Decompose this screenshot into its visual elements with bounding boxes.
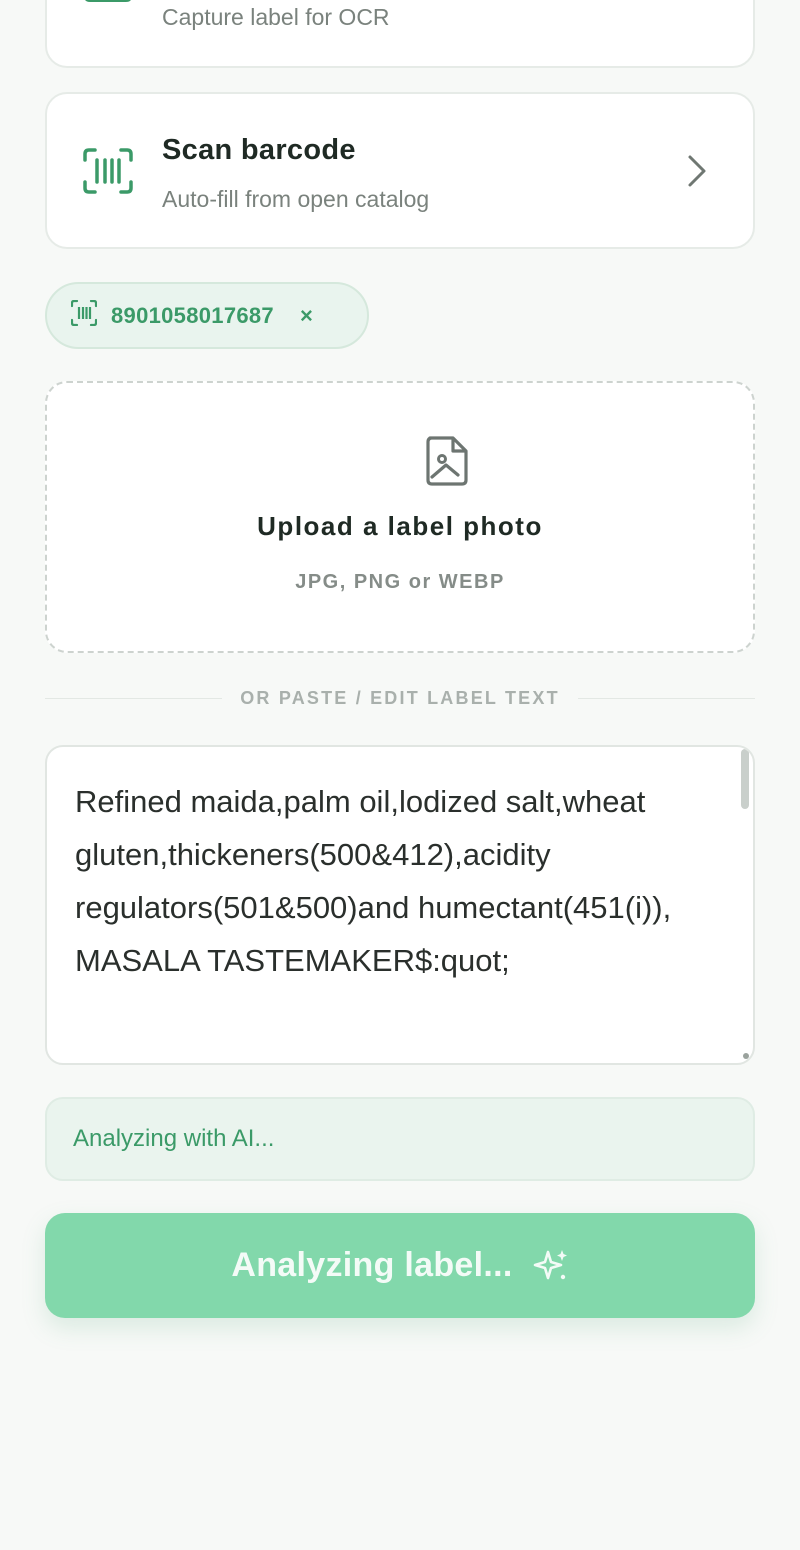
- sparkle-icon: [533, 1248, 569, 1284]
- divider-label: OR PASTE / EDIT LABEL TEXT: [240, 687, 560, 708]
- barcode-scan-icon: [83, 148, 133, 199]
- textarea-scrollbar[interactable]: [741, 749, 749, 809]
- label-text-value[interactable]: Refined maida,palm oil,lodized salt,whea…: [75, 775, 713, 987]
- analyze-label-button[interactable]: Analyzing label...: [45, 1213, 755, 1318]
- label-text-area[interactable]: Refined maida,palm oil,lodized salt,whea…: [45, 745, 755, 1065]
- scan-barcode-card[interactable]: Scan barcode Auto-fill from open catalog: [45, 92, 755, 249]
- resize-handle-icon[interactable]: [743, 1053, 749, 1059]
- capture-label-subtitle: Capture label for OCR: [162, 4, 390, 30]
- remove-barcode-button[interactable]: ×: [300, 303, 313, 329]
- divider-rule-left: [45, 697, 223, 699]
- analyze-button-label: Analyzing label...: [231, 1246, 513, 1284]
- upload-title: Upload a label photo: [257, 511, 543, 541]
- or-divider: OR PASTE / EDIT LABEL TEXT: [45, 686, 755, 710]
- scan-barcode-title: Scan barcode: [162, 134, 356, 166]
- label-scan-screen: Capture label for OCR Scan barcode Auto-…: [0, 0, 800, 1550]
- barcode-value: 8901058017687: [111, 302, 274, 328]
- divider-rule-right: [577, 697, 755, 699]
- upload-label-photo-dropzone[interactable]: Upload a label photo JPG, PNG or WEBP: [45, 381, 755, 653]
- upload-formats: JPG, PNG or WEBP: [295, 571, 505, 593]
- camera-icon: [83, 0, 133, 17]
- image-file-icon: [424, 435, 470, 492]
- barcode-icon: [70, 299, 98, 331]
- barcode-chip: 8901058017687 ×: [45, 282, 369, 349]
- analysis-status: Analyzing with AI...: [45, 1097, 755, 1181]
- chevron-right-icon: [687, 154, 707, 193]
- capture-label-card[interactable]: Capture label for OCR: [45, 0, 755, 68]
- status-message: Analyzing with AI...: [73, 1125, 275, 1152]
- scan-barcode-subtitle: Auto-fill from open catalog: [162, 186, 430, 212]
